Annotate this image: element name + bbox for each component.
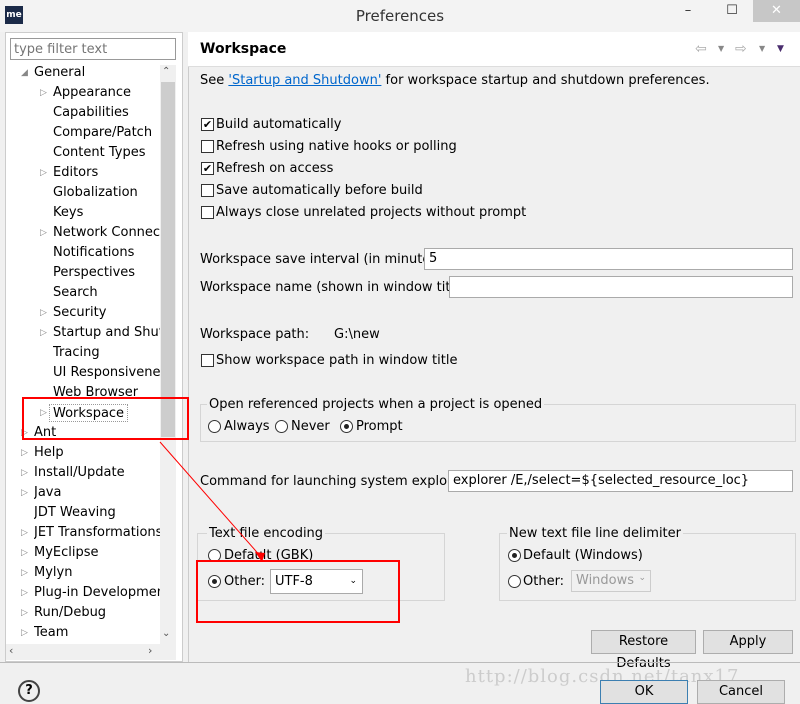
annotation-arrow: [159, 441, 265, 562]
